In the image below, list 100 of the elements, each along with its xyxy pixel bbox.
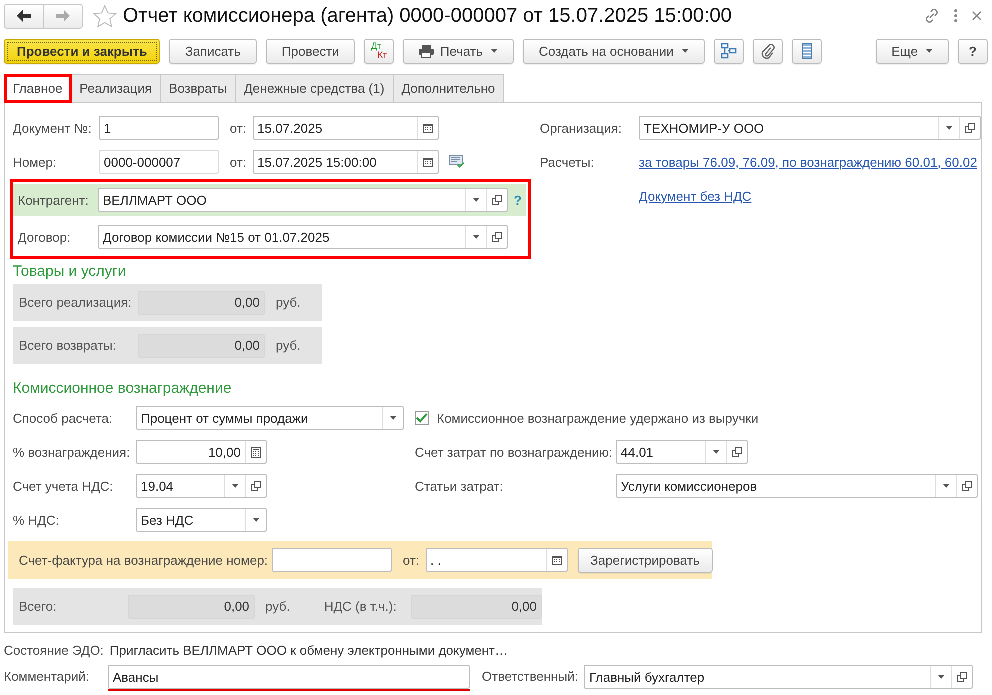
paperclip-icon: [760, 43, 775, 59]
field-label: Состояние ЭДО:: [4, 643, 104, 660]
document-check-icon[interactable]: [448, 155, 465, 169]
calendar-icon: [422, 123, 433, 133]
window-icon: [962, 481, 972, 491]
field-label: Расчеты:: [540, 154, 596, 170]
tab[interactable]: Дополнительно: [394, 74, 504, 103]
field-label: Счет затрат по вознаграждению:: [415, 444, 614, 460]
calendar-icon: [422, 157, 433, 167]
debit-credit-button[interactable]: Дт Кт: [364, 38, 394, 64]
window-icon: [732, 447, 742, 457]
more-menu-button[interactable]: Еще: [876, 38, 950, 64]
field-label: Способ расчета:: [13, 410, 114, 426]
help-button[interactable]: ?: [958, 38, 988, 64]
star-icon[interactable]: [93, 4, 117, 28]
caret-icon: [942, 484, 950, 488]
field-label: % НДС:: [13, 512, 60, 528]
dropdown-field[interactable]: ВЕЛЛМАРТ ООО: [98, 188, 508, 212]
caret-icon: [472, 235, 480, 239]
window-icon: [957, 672, 968, 682]
toolbar-button[interactable]: Записать: [169, 38, 257, 64]
structure-icon: [720, 43, 737, 59]
field-label: от:: [230, 154, 247, 170]
dropdown-field[interactable]: Процент от суммы продажи: [136, 406, 404, 430]
left-arrow-icon: [17, 10, 31, 22]
field-label: Всего возвраты:: [19, 338, 118, 353]
field-label: Счет-фактура на вознаграждение номер:: [19, 552, 268, 568]
field-label: Ответственный:: [482, 668, 578, 686]
caret-icon: [946, 126, 952, 130]
currency-label: руб.: [266, 599, 290, 614]
right-arrow-icon: [56, 10, 70, 22]
field-label: Комментарий:: [4, 668, 90, 686]
dropdown-field[interactable]: Услуги комиссионеров: [616, 474, 978, 498]
invoice-number-field[interactable]: [272, 548, 392, 572]
calendar-icon: [552, 555, 562, 565]
input-field[interactable]: 0000-000007: [99, 150, 219, 174]
currency-label: руб.: [276, 338, 301, 353]
print-button[interactable]: Печать: [403, 38, 514, 64]
dropdown-field[interactable]: 44.01: [616, 440, 748, 464]
post-and-close-button[interactable]: Провести и закрыть: [4, 38, 160, 64]
field-label: Номер:: [13, 154, 58, 170]
tab[interactable]: Денежные средства (1): [236, 74, 394, 103]
more-icon[interactable]: [954, 9, 958, 23]
caret-icon: [252, 518, 260, 522]
field-label: Контрагент:: [18, 192, 90, 208]
input-field[interactable]: 1: [99, 116, 219, 140]
attach-button[interactable]: [752, 38, 783, 64]
toolbar-button[interactable]: Провести: [266, 38, 356, 64]
field-label: Всего:: [19, 599, 58, 614]
field-label: Счет учета НДС:: [13, 478, 114, 494]
dropdown-field[interactable]: ТЕХНОМИР-У ООО: [639, 116, 981, 140]
back-button[interactable]: [4, 4, 44, 28]
dropdown-field[interactable]: 19.04: [136, 474, 267, 498]
caret-icon: [390, 416, 396, 420]
caret-icon: [232, 484, 238, 488]
field-label: от:: [403, 552, 420, 568]
link-icon[interactable]: [924, 8, 940, 24]
tab[interactable]: Главное: [4, 74, 72, 103]
field-label: % вознаграждения:: [13, 444, 132, 460]
settlements-link[interactable]: за товары 76.09, 76.09, по вознаграждению 60.01, 60.02: [639, 154, 978, 170]
register-button[interactable]: Зарегистрировать: [578, 548, 713, 572]
section-heading: Товары и услуги: [13, 263, 128, 280]
field-label: Всего реализация:: [19, 295, 133, 310]
checkbox-label: Комиссионное вознаграждение удержано из выручки: [437, 410, 759, 426]
field-label: от:: [230, 120, 247, 136]
field-label: НДС (в т.ч.):: [324, 599, 398, 614]
date-field[interactable]: . .: [426, 548, 568, 572]
tab[interactable]: Возвраты: [161, 74, 236, 103]
date-field[interactable]: 15.07.2025: [252, 116, 439, 140]
window-icon: [492, 195, 502, 205]
window-icon: [251, 481, 261, 491]
tab[interactable]: Реализация: [72, 74, 162, 103]
caret-icon: [712, 450, 720, 454]
report-button[interactable]: [792, 38, 822, 64]
field-label: Документ №:: [13, 120, 93, 136]
menu-button[interactable]: Создать на основании: [523, 38, 705, 64]
input-field[interactable]: 10,00: [136, 440, 267, 464]
amount-value: 0,00: [138, 334, 265, 358]
dropdown-field[interactable]: Без НДС: [136, 508, 267, 532]
printer-icon: [419, 44, 434, 58]
dropdown-field[interactable]: Главный бухгалтер: [584, 665, 974, 689]
list-icon: [802, 43, 812, 59]
vat-link[interactable]: Документ без НДС: [639, 188, 752, 204]
close-icon[interactable]: [972, 11, 982, 21]
dropdown-field[interactable]: Договор комиссии №15 от 01.07.2025: [98, 225, 508, 249]
section-heading: Комиссионное вознаграждение: [13, 380, 233, 397]
caret-icon: [472, 198, 480, 202]
caret-icon: [682, 49, 689, 53]
checkbox[interactable]: [415, 411, 429, 425]
date-field[interactable]: 15.07.2025 15:00:00: [252, 150, 439, 174]
window-icon: [492, 232, 502, 242]
amount-value: 0,00: [128, 594, 255, 618]
amount-value: 0,00: [138, 290, 265, 314]
field-label: Статьи затрат:: [415, 478, 504, 494]
amount-value: 0,00: [411, 594, 542, 618]
comment-field[interactable]: Авансы: [108, 665, 470, 689]
edo-status-text[interactable]: Пригласить ВЕЛЛМАРТ ООО к обмену электронными документ…: [110, 643, 508, 663]
structure-button[interactable]: [714, 38, 744, 64]
window-title: Отчет комиссионера (агента) 0000-000007 от 15.07.2025 15:00:00: [123, 4, 732, 28]
field-label: Договор:: [18, 230, 72, 244]
